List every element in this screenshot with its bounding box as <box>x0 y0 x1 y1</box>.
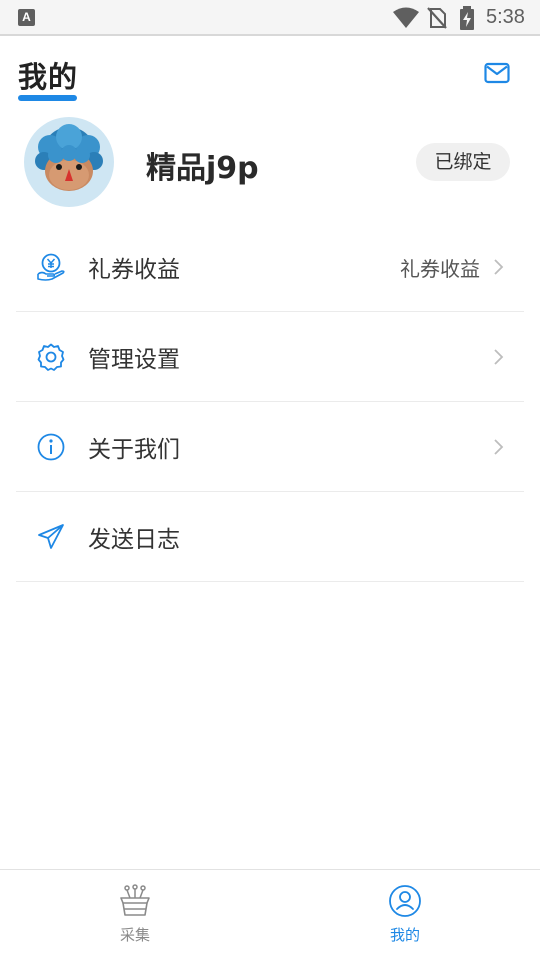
menu-item-value: 礼券收益 <box>400 257 480 281</box>
menu-item-coupon-income[interactable]: 礼券收益 礼券收益 <box>16 222 524 312</box>
username: 精品j9p <box>146 151 259 186</box>
page-title: 我的 <box>18 60 79 94</box>
keyboard-a-icon: A <box>18 9 35 26</box>
send-paper-plane-icon <box>38 524 64 549</box>
battery-charging-icon <box>460 6 474 30</box>
menu-item-label: 礼券收益 <box>88 257 180 283</box>
avatar[interactable] <box>24 117 114 207</box>
chevron-right-icon <box>494 439 504 455</box>
title-underline <box>18 95 77 101</box>
nav-tab-label: 我的 <box>389 926 420 944</box>
mail-icon[interactable] <box>484 62 510 84</box>
clock-time: 5:38 <box>486 6 525 28</box>
avatar-cartoon-icon <box>35 124 103 191</box>
nav-tab-collect[interactable]: 采集 <box>0 870 270 960</box>
status-bar: A 5:38 <box>0 0 540 36</box>
menu-list: 礼券收益 礼券收益 管理设置 关于我们 发送日志 <box>16 222 524 582</box>
menu-item-label: 发送日志 <box>88 527 180 553</box>
menu-item-label: 管理设置 <box>88 347 180 373</box>
menu-item-label: 关于我们 <box>88 437 180 463</box>
menu-item-send-log[interactable]: 发送日志 <box>16 492 524 582</box>
chevron-right-icon <box>494 259 504 275</box>
no-sim-icon <box>427 7 447 29</box>
menu-item-about-us[interactable]: 关于我们 <box>16 402 524 492</box>
bottom-navigation: 采集 我的 <box>0 869 540 960</box>
collect-basket-icon <box>120 884 150 916</box>
settings-gear-icon <box>37 343 65 371</box>
chevron-right-icon <box>494 349 504 365</box>
bound-status-badge[interactable]: 已绑定 <box>416 143 510 181</box>
nav-tab-label: 采集 <box>119 926 150 944</box>
user-profile-icon <box>389 885 421 917</box>
wifi-icon <box>393 7 419 28</box>
nav-tab-mine[interactable]: 我的 <box>270 870 540 960</box>
info-icon <box>37 433 65 461</box>
menu-item-settings[interactable]: 管理设置 <box>16 312 524 402</box>
coupon-income-icon <box>37 253 65 281</box>
